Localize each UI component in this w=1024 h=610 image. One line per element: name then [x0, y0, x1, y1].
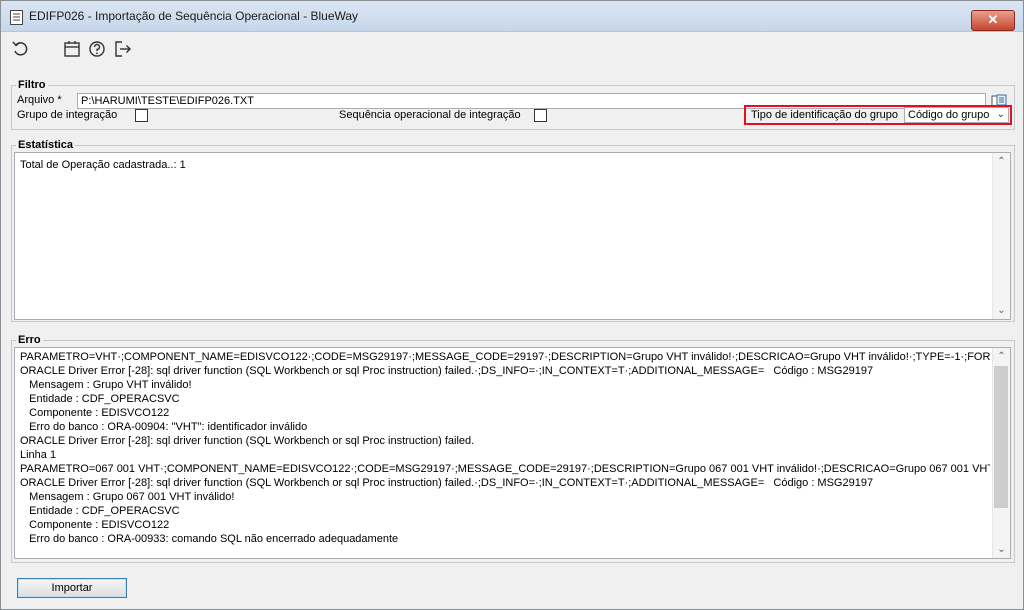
text-line: Mensagem : Grupo VHT inválido!	[20, 379, 192, 391]
text-line: ORACLE Driver Error [-28]: sql driver fu…	[20, 477, 874, 489]
importar-button[interactable]: Importar	[17, 578, 127, 598]
help-icon[interactable]	[87, 39, 107, 59]
sequencia-integracao-checkbox[interactable]	[534, 109, 547, 122]
app-window: EDIFP026 - Importação de Sequência Opera…	[0, 0, 1024, 610]
text-line: Erro do banco : ORA-00933: comando SQL n…	[20, 533, 399, 545]
close-button[interactable]: ✕	[971, 10, 1015, 31]
scroll-up-icon[interactable]: ⌃	[993, 153, 1010, 170]
grupo-integracao-label: Grupo de integração	[17, 109, 118, 121]
estatistica-text: Total de Operação cadastrada..: 1	[20, 158, 990, 172]
calendar-icon[interactable]	[62, 39, 82, 59]
sequencia-integracao-label: Sequência operacional de integração	[339, 109, 521, 121]
grupo-integracao-checkbox[interactable]	[135, 109, 148, 122]
erro-textarea[interactable]: PARAMETRO=VHT·;COMPONENT_NAME=EDISVCO122…	[14, 347, 1011, 559]
text-line: ORACLE Driver Error [-28]: sql driver fu…	[20, 365, 874, 377]
text-line: Total de Operação cadastrada..: 1	[20, 159, 186, 171]
scroll-down-icon[interactable]: ⌄	[993, 302, 1010, 319]
tipo-identificacao-value: Código do grupo	[908, 109, 990, 121]
text-line: Linha 1	[20, 449, 57, 461]
toolbar	[1, 32, 1023, 70]
erro-scrollbar[interactable]: ⌃ ⌄	[992, 348, 1010, 558]
text-line: Entidade : CDF_OPERACSVC	[20, 393, 180, 405]
estatistica-legend: Estatística	[18, 139, 74, 151]
refresh-icon[interactable]	[11, 39, 31, 59]
filtro-legend: Filtro	[18, 79, 46, 91]
erro-legend: Erro	[18, 334, 41, 346]
document-icon	[10, 10, 23, 25]
chevron-down-icon: ⌄	[996, 109, 1005, 120]
scroll-down-icon[interactable]: ⌄	[993, 541, 1010, 558]
estatistica-scrollbar[interactable]: ⌃ ⌄	[992, 153, 1010, 319]
arquivo-label: Arquivo *	[17, 94, 62, 106]
scroll-thumb[interactable]	[994, 366, 1008, 508]
scroll-up-icon[interactable]: ⌃	[993, 348, 1010, 365]
text-line: Erro do banco : ORA-00904: "VHT": identi…	[20, 421, 308, 433]
tipo-identificacao-select[interactable]: Código do grupo ⌄	[904, 107, 1009, 123]
text-line: PARAMETRO=067 001 VHT·;COMPONENT_NAME=ED…	[20, 463, 990, 475]
text-line: ORACLE Driver Error [-28]: sql driver fu…	[20, 435, 475, 447]
text-line: Componente : EDISVCO122	[20, 407, 170, 419]
window-title: EDIFP026 - Importação de Sequência Opera…	[29, 9, 359, 23]
text-line: PARAMETRO=VHT·;COMPONENT_NAME=EDISVCO122…	[20, 351, 990, 363]
text-line: Mensagem : Grupo 067 001 VHT inválido!	[20, 491, 235, 503]
estatistica-textarea[interactable]: Total de Operação cadastrada..: 1 ⌃ ⌄	[14, 152, 1011, 320]
exit-icon[interactable]	[113, 39, 133, 59]
text-line: Componente : EDISVCO122	[20, 519, 170, 531]
title-bar: EDIFP026 - Importação de Sequência Opera…	[1, 1, 1023, 32]
text-line: Entidade : CDF_OPERACSVC	[20, 505, 180, 517]
tipo-identificacao-label: Tipo de identificação do grupo	[751, 109, 898, 121]
erro-text: PARAMETRO=VHT·;COMPONENT_NAME=EDISVCO122…	[20, 350, 990, 546]
